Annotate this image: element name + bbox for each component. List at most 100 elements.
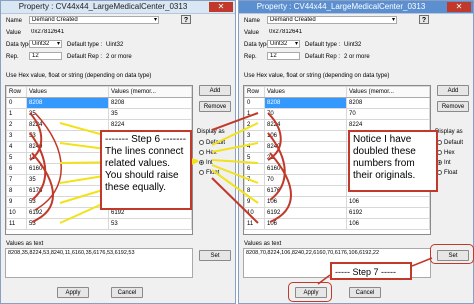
row-index: 3 (244, 130, 265, 142)
table-row[interactable]: 0 8208 8208 (6, 97, 192, 109)
radio-dot (199, 170, 204, 175)
table-row[interactable]: 1 70 70 (244, 108, 430, 120)
values-as-text-field[interactable]: 8208,35,8224,53,8240,11,6160,35,6176,53,… (5, 248, 193, 278)
row-index: 10 (244, 207, 265, 219)
value-cell[interactable]: 6192 (264, 207, 347, 219)
value-cell[interactable]: 35 (26, 174, 109, 186)
column-header-values-memory[interactable]: Values (memor... (346, 86, 430, 98)
table-row[interactable]: 1 35 35 (6, 108, 192, 120)
row-index: 11 (244, 218, 265, 230)
add-button[interactable]: Add (199, 85, 231, 96)
datatype-label: Data type (244, 42, 270, 48)
value-cell[interactable]: 106 (264, 196, 347, 208)
memory-cell: 35 (108, 108, 192, 120)
row-index: 1 (6, 108, 27, 120)
row-index: 1 (244, 108, 265, 120)
row-index: 2 (244, 119, 265, 131)
value-cell[interactable]: 8224 (264, 119, 347, 131)
memory-cell: 8224 (108, 119, 192, 131)
value-cell[interactable]: 35 (26, 108, 109, 120)
value-cell[interactable]: 6176 (264, 185, 347, 197)
value-cell[interactable]: 8240 (26, 141, 109, 153)
table-row[interactable]: 11 53 53 (6, 218, 192, 230)
row-index: 8 (6, 185, 27, 197)
value-cell[interactable]: 8208 (264, 97, 347, 109)
value-cell[interactable]: 8224 (26, 119, 109, 131)
rep-input[interactable]: 12 (29, 52, 62, 60)
value-cell[interactable]: 8240 (264, 141, 347, 153)
value-cell[interactable]: 70 (264, 108, 347, 120)
help-button[interactable]: ? (181, 15, 191, 24)
datatype-dropdown[interactable]: Uint32 (29, 40, 62, 48)
value-cell[interactable]: 22 (264, 152, 347, 164)
radio-int[interactable]: Int (437, 160, 451, 166)
name-label: Name (244, 18, 261, 24)
radio-float[interactable]: Float (437, 170, 457, 176)
radio-default[interactable]: Default (437, 140, 463, 146)
radio-label: Int (444, 160, 451, 167)
table-row[interactable]: 9 106 106 (244, 196, 430, 208)
memory-cell: 8208 (108, 97, 192, 109)
radio-float[interactable]: Float (199, 170, 219, 176)
column-header-row[interactable]: Row (6, 86, 27, 98)
radio-dot-selected (199, 160, 204, 165)
value-cell[interactable]: 6160 (26, 163, 109, 175)
title-bar[interactable]: Property : CV44x44_LargeMedicalCenter_03… (239, 1, 473, 14)
memory-cell: 6192 (346, 207, 430, 219)
radio-hex[interactable]: Hex (199, 150, 217, 156)
row-index: 7 (6, 174, 27, 186)
radio-dot (199, 140, 204, 145)
table-row[interactable]: 11 106 106 (244, 218, 430, 230)
remove-button[interactable]: Remove (199, 101, 231, 112)
rep-input[interactable]: 12 (267, 52, 300, 60)
add-button[interactable]: Add (437, 85, 469, 96)
cancel-button[interactable]: Cancel (111, 287, 143, 298)
row-index: 11 (6, 218, 27, 230)
cancel-button[interactable]: Cancel (349, 287, 381, 298)
default-rep-value: 2 or more (106, 54, 132, 60)
apply-highlight (288, 282, 332, 302)
name-dropdown[interactable]: Demand Created (267, 16, 397, 24)
default-type-value: Uint32 (106, 42, 124, 48)
default-type-label: Default type : (67, 42, 103, 48)
close-button[interactable]: ✕ (447, 2, 471, 12)
radio-hex[interactable]: Hex (437, 150, 455, 156)
value-cell[interactable]: 6176 (26, 185, 109, 197)
column-header-values-memory[interactable]: Values (memor... (108, 86, 192, 98)
memory-cell: 53 (108, 218, 192, 230)
value-cell[interactable]: 8208 (26, 97, 109, 109)
value-cell[interactable]: 70 (264, 174, 347, 186)
column-header-row[interactable]: Row (244, 86, 265, 98)
value-cell[interactable]: 53 (26, 130, 109, 142)
radio-label: Int (206, 160, 213, 167)
apply-button[interactable]: Apply (57, 287, 89, 298)
close-button[interactable]: ✕ (209, 2, 233, 12)
value-cell[interactable]: 106 (264, 130, 347, 142)
column-header-values[interactable]: Values (264, 86, 347, 98)
name-dropdown[interactable]: Demand Created (29, 16, 159, 24)
value-cell[interactable]: 11 (26, 152, 109, 164)
table-row[interactable]: 0 8208 8208 (244, 97, 430, 109)
column-header-values[interactable]: Values (26, 86, 109, 98)
value-cell[interactable]: 106 (264, 218, 347, 230)
value-label: Value (244, 30, 259, 36)
notice-callout: Notice I have doubled these numbers from… (348, 130, 438, 192)
help-button[interactable]: ? (419, 15, 429, 24)
radio-default[interactable]: Default (199, 140, 225, 146)
datatype-dropdown[interactable]: Uint32 (267, 40, 300, 48)
radio-int[interactable]: Int (199, 160, 213, 166)
value-cell[interactable]: 53 (26, 196, 109, 208)
table-row[interactable]: 2 8224 8224 (244, 119, 430, 131)
value-cell[interactable]: 53 (26, 218, 109, 230)
row-index: 0 (6, 97, 27, 109)
table-row[interactable]: 2 8224 8224 (6, 119, 192, 131)
set-button[interactable]: Set (199, 250, 231, 261)
display-as-label: Display as (197, 129, 225, 135)
table-row[interactable]: 10 6192 6192 (244, 207, 430, 219)
row-index: 0 (244, 97, 265, 109)
value-cell[interactable]: 6192 (26, 207, 109, 219)
value-cell[interactable]: 6160 (264, 163, 347, 175)
title-bar[interactable]: Property : CV44x44_LargeMedicalCenter_03… (1, 1, 235, 14)
hint-text: Use Hex value, float or string (dependin… (244, 73, 390, 79)
remove-button[interactable]: Remove (437, 101, 469, 112)
